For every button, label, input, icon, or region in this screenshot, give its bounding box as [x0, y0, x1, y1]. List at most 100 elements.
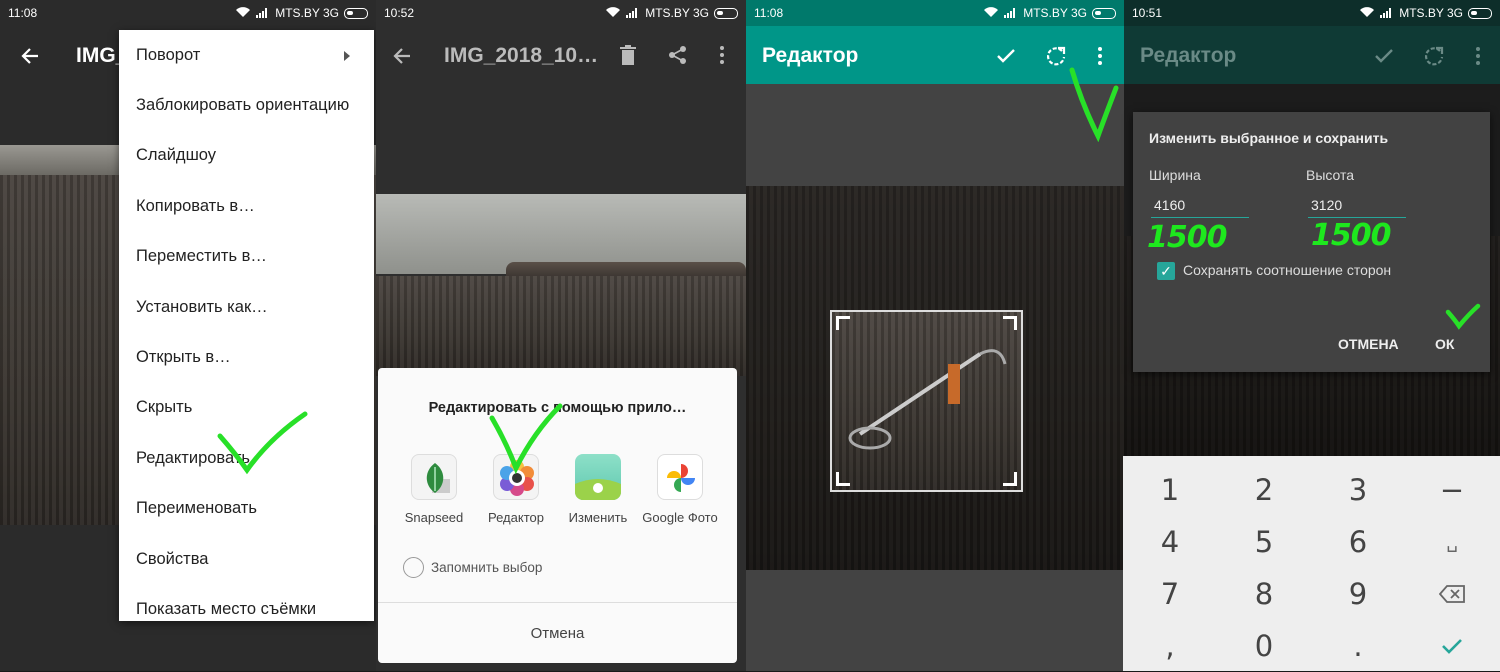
height-label: Высота	[1306, 167, 1355, 183]
status-bar: 11:08 MTS.BY 3G	[746, 0, 1124, 26]
wifi-icon	[1359, 6, 1375, 21]
wifi-icon	[235, 6, 251, 21]
toolbar-title: IMG_2018_10…	[444, 44, 599, 67]
back-arrow-icon[interactable]	[16, 42, 44, 70]
wifi-icon	[605, 6, 621, 21]
keep-ratio-label: Сохранять соотношение сторон	[1183, 262, 1392, 278]
remember-radio[interactable]	[403, 557, 424, 578]
key-2[interactable]: 2	[1217, 464, 1311, 516]
crop-selection[interactable]	[830, 310, 1023, 492]
key-8[interactable]: 8	[1217, 568, 1311, 620]
toolbar-title: Редактор	[762, 44, 859, 67]
back-arrow-icon[interactable]	[388, 42, 416, 70]
width-label: Ширина	[1149, 167, 1201, 183]
status-time: 10:51	[1132, 6, 1163, 20]
photo-dim-bottom	[746, 570, 1124, 671]
done-check-icon[interactable]	[1405, 620, 1499, 672]
handwritten-check-mark	[489, 403, 563, 475]
key-7[interactable]: 7	[1123, 568, 1217, 620]
carrier-label: MTS.BY 3G	[645, 6, 709, 20]
key-5[interactable]: 5	[1217, 516, 1311, 568]
key-minus[interactable]: −	[1405, 464, 1499, 516]
menu-item-set-as[interactable]: Установить как…	[119, 282, 374, 332]
backspace-icon[interactable]	[1405, 568, 1499, 620]
status-time: 10:52	[384, 6, 415, 20]
menu-item-open-in[interactable]: Открыть в…	[119, 332, 374, 382]
handwritten-check-mark	[1069, 67, 1119, 142]
google-photos-icon	[657, 454, 703, 500]
key-3[interactable]: 3	[1311, 464, 1405, 516]
battery-icon	[1092, 7, 1116, 19]
battery-icon	[714, 7, 738, 19]
numeric-keyboard: 1 2 3 − 4 5 6 ␣ 7 8 9 , 0 .	[1123, 456, 1500, 671]
app-label: Snapseed	[404, 510, 464, 525]
more-vert-icon[interactable]	[1466, 42, 1490, 70]
keep-ratio-checkbox[interactable]: ✓	[1157, 262, 1175, 280]
app-label: Google Фото	[642, 510, 718, 525]
menu-item-move-to[interactable]: Переместить в…	[119, 232, 374, 282]
key-1[interactable]: 1	[1123, 464, 1217, 516]
crop-corner-handle[interactable]	[836, 472, 850, 486]
panel-gallery-menu: 11:08 MTS.BY 3G IMG_ Поворот Заблокирова…	[0, 0, 376, 671]
app-chooser-dialog: Редактировать с помощью прило… Snapseed …	[378, 368, 737, 663]
chooser-cancel-button[interactable]: Отмена	[378, 602, 737, 663]
status-bar: 10:51 MTS.BY 3G	[1124, 0, 1500, 26]
crop-corner-handle[interactable]	[1003, 316, 1017, 330]
submenu-arrow-icon	[344, 51, 350, 61]
gallery-edit-icon	[575, 454, 621, 500]
handwritten-check-mark	[217, 411, 308, 475]
snapseed-icon	[411, 454, 457, 500]
key-comma[interactable]: ,	[1123, 620, 1217, 672]
carrier-label: MTS.BY 3G	[1399, 6, 1463, 20]
width-input[interactable]: 4160	[1151, 197, 1249, 218]
menu-item-copy-to[interactable]: Копировать в…	[119, 181, 374, 231]
app-label: Изменить	[568, 510, 628, 525]
menu-item-lock-orientation[interactable]: Заблокировать ориентацию	[119, 80, 374, 130]
photo-field	[376, 276, 746, 376]
height-input[interactable]: 3120	[1308, 197, 1406, 218]
share-icon[interactable]	[666, 42, 690, 68]
status-bar: 10:52 MTS.BY 3G	[376, 0, 746, 26]
menu-item-rotate[interactable]: Поворот	[119, 30, 374, 80]
key-0[interactable]: 0	[1217, 620, 1311, 672]
status-bar: 11:08 MTS.BY 3G	[0, 0, 376, 26]
key-9[interactable]: 9	[1311, 568, 1405, 620]
app-option-snapseed[interactable]: Snapseed	[394, 454, 474, 526]
carrier-label: MTS.BY 3G	[1023, 6, 1087, 20]
menu-item-slideshow[interactable]: Слайдшоу	[119, 131, 374, 181]
check-icon[interactable]	[992, 42, 1020, 70]
key-dot[interactable]: .	[1311, 620, 1405, 672]
status-time: 11:08	[8, 6, 38, 20]
carrier-label: MTS.BY 3G	[275, 6, 339, 20]
crop-corner-handle[interactable]	[836, 316, 850, 330]
app-label: Редактор	[488, 510, 544, 525]
app-option-edit[interactable]: Изменить	[558, 454, 638, 526]
remember-choice[interactable]: Запомнить выбор	[403, 557, 542, 578]
more-vert-icon[interactable]	[710, 42, 734, 68]
wifi-icon	[983, 6, 999, 21]
menu-item-properties[interactable]: Свойства	[119, 534, 374, 584]
resize-dialog: Изменить выбранное и сохранить Ширина Вы…	[1133, 112, 1490, 372]
menu-item-show-location[interactable]: Показать место съёмки	[119, 584, 374, 634]
check-icon[interactable]	[1370, 42, 1398, 70]
crop-corner-handle[interactable]	[1003, 472, 1017, 486]
trash-icon[interactable]	[616, 42, 640, 68]
cancel-button[interactable]: ОТМЕНА	[1338, 336, 1399, 352]
rotate-icon[interactable]	[1042, 42, 1070, 70]
key-4[interactable]: 4	[1123, 516, 1217, 568]
app-option-google-photos[interactable]: Google Фото	[640, 454, 720, 526]
metal-detector-image	[848, 349, 1007, 450]
ok-button[interactable]: ОК	[1435, 336, 1454, 352]
handwritten-width-note: 1500	[1147, 220, 1227, 255]
signal-icon	[1004, 6, 1018, 21]
dialog-title: Изменить выбранное и сохранить	[1149, 130, 1389, 146]
overflow-menu: Поворот Заблокировать ориентацию Слайдшо…	[119, 30, 374, 621]
battery-icon	[344, 7, 368, 19]
menu-item-rename[interactable]: Переименовать	[119, 484, 374, 534]
rotate-icon[interactable]	[1420, 42, 1448, 70]
key-6[interactable]: 6	[1311, 516, 1405, 568]
key-space[interactable]: ␣	[1405, 516, 1499, 568]
handwritten-check-mark	[1445, 303, 1481, 330]
signal-icon	[256, 6, 270, 21]
signal-icon	[1380, 6, 1394, 21]
